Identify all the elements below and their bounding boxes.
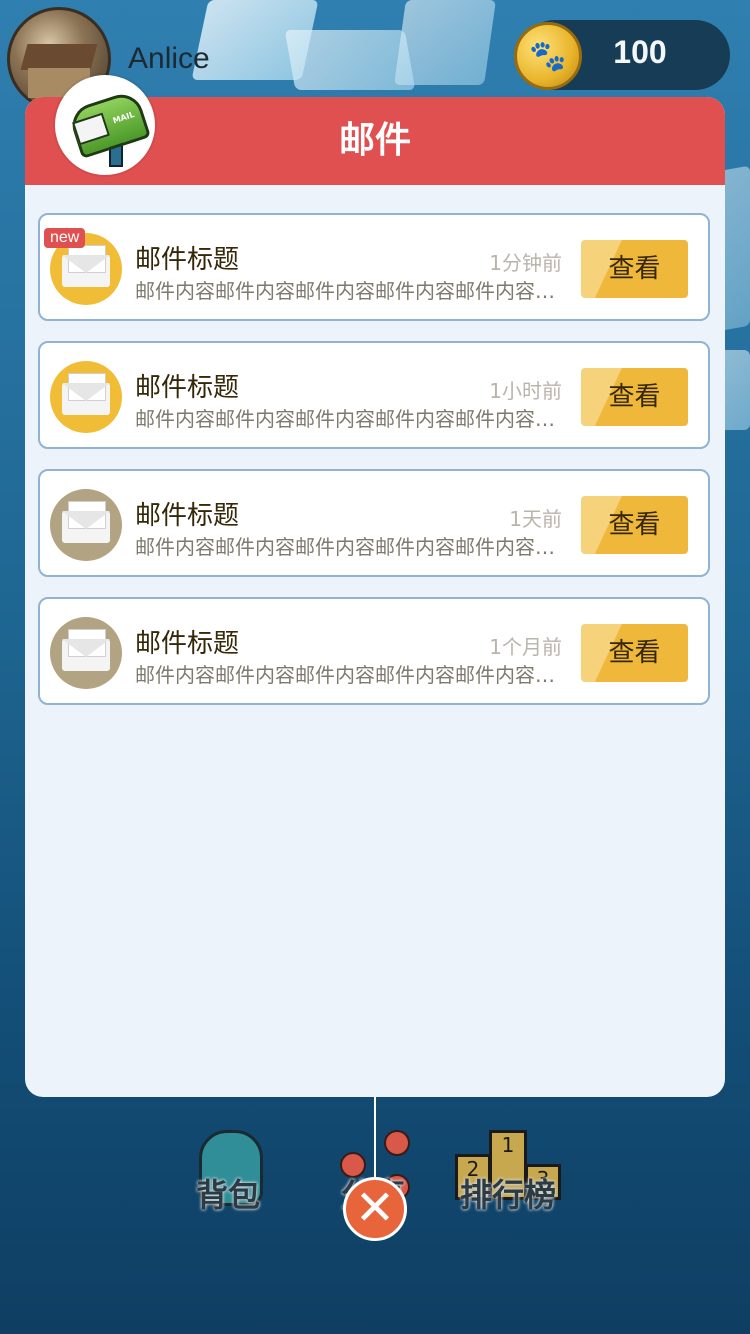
mailbox-icon [55, 75, 155, 175]
backpack-button[interactable]: 背包 [173, 1126, 283, 1216]
view-mail-button[interactable]: 查看 [581, 496, 688, 554]
coin-count: 100 [613, 34, 667, 70]
view-mail-button[interactable]: 查看 [581, 624, 688, 682]
mail-title: 邮件标题 [135, 373, 240, 403]
view-mail-button[interactable]: 查看 [581, 240, 688, 298]
backpack-label: 背包 [195, 1176, 260, 1214]
envelope-icon [50, 361, 122, 433]
username: Anlice [128, 42, 210, 75]
mail-time: 1天前 [509, 507, 562, 531]
view-mail-button[interactable]: 查看 [581, 368, 688, 426]
close-connector-line [374, 1097, 376, 1177]
envelope-shape [62, 245, 110, 287]
mail-item[interactable]: new 邮件标题 1分钟前邮件内容邮件内容邮件内容邮件内容邮件内容邮件内容 查看 [38, 213, 710, 321]
mail-item[interactable]: 邮件标题 1小时前邮件内容邮件内容邮件内容邮件内容邮件内容邮件内容 查看 [38, 341, 710, 449]
envelope-shape [62, 629, 110, 671]
close-icon[interactable]: ✕ [343, 1177, 407, 1241]
envelope-shape [62, 373, 110, 415]
mail-content: 邮件内容邮件内容邮件内容邮件内容邮件内容邮件内容 [135, 407, 573, 431]
envelope-icon [50, 617, 122, 689]
mail-dialog: 邮件 new 邮件标题 1分钟前 邮件内容邮件内容邮件内容邮件内容邮件内容邮件内容 查看… [25, 97, 725, 1097]
paw-coin-icon: 🐾 [514, 22, 582, 90]
mail-item[interactable]: 邮件标题 1天前邮件内容邮件内容邮件内容邮件内容邮件内容邮件内容 查看 [38, 469, 710, 577]
mail-title: 邮件标题 [135, 501, 240, 531]
avatar-house-roof [20, 44, 98, 70]
mail-time: 1个月前 [489, 635, 562, 659]
new-badge: new [44, 228, 86, 248]
mail-title: 邮件标题 [135, 245, 240, 275]
mail-item[interactable]: 邮件标题 1个月前邮件内容邮件内容邮件内容邮件内容邮件内容邮件内容 查看 [38, 597, 710, 705]
mail-content: 邮件内容邮件内容邮件内容邮件内容邮件内容邮件内容 [135, 663, 573, 687]
mail-content: 邮件内容邮件内容邮件内容邮件内容邮件内容邮件内容 [135, 535, 573, 559]
rank-label: 排行榜 [459, 1176, 556, 1214]
envelope-icon [50, 489, 122, 561]
mail-title: 邮件标题 [135, 629, 240, 659]
rank-button[interactable]: 2 1 3 排行榜 [453, 1126, 563, 1216]
envelope-shape [62, 501, 110, 543]
mail-content: 邮件内容邮件内容邮件内容邮件内容邮件内容邮件内容 [135, 279, 573, 303]
mail-time: 1分钟前 [489, 251, 562, 275]
background-ice [394, 0, 496, 85]
mail-time: 1小时前 [489, 379, 562, 403]
